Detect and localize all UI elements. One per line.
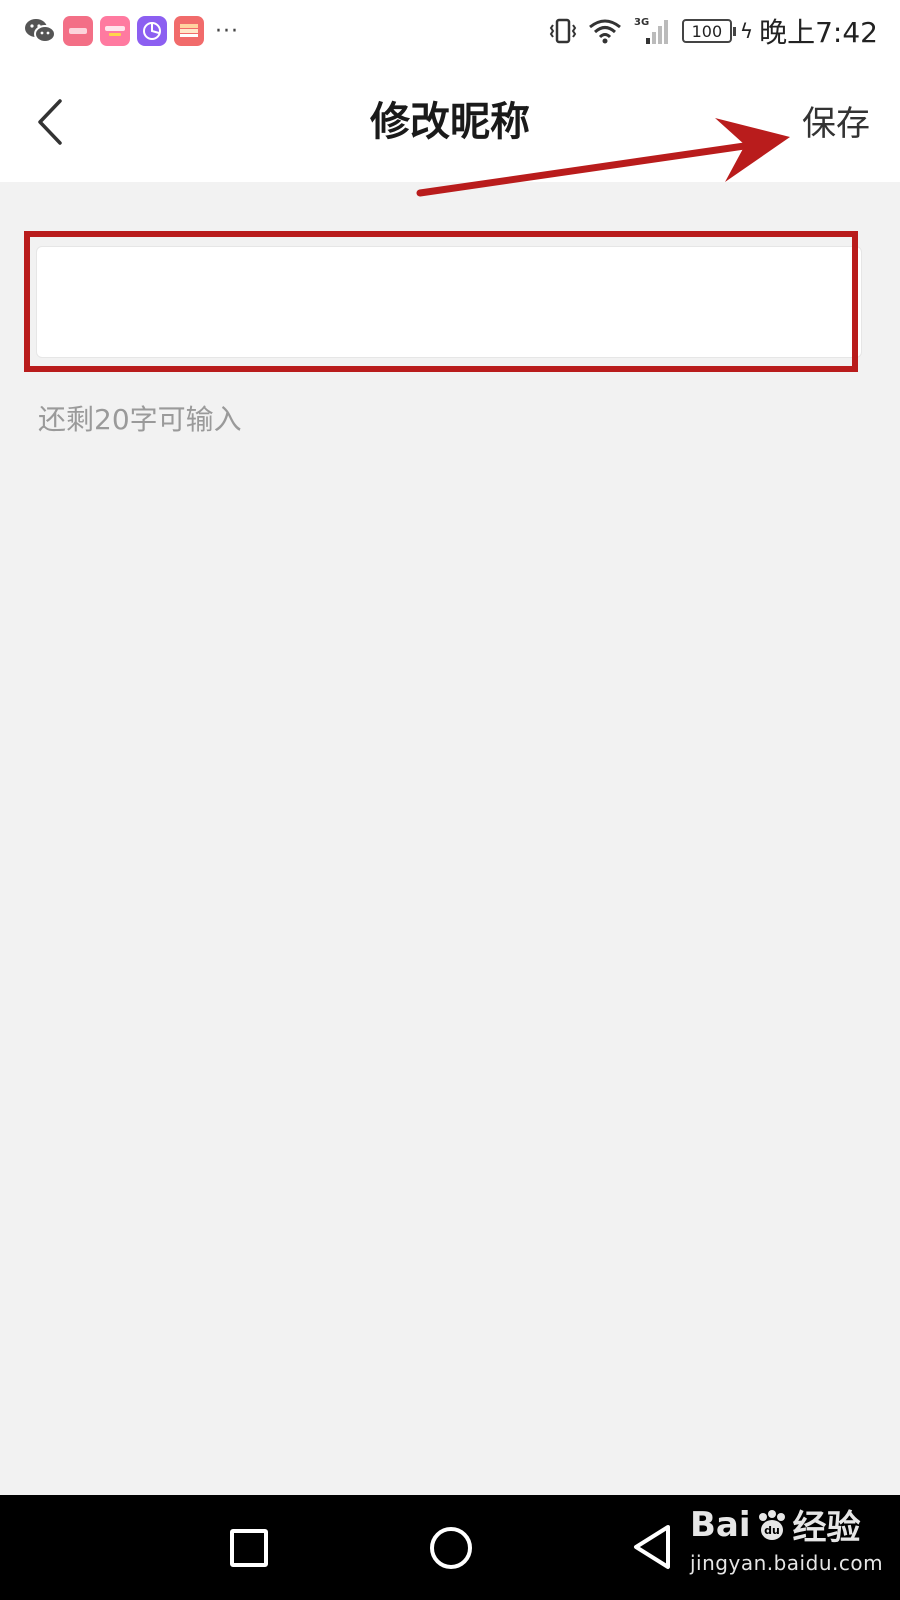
- system-indicators: 3G 100 ϟ 晚上7:42: [538, 11, 878, 51]
- save-button[interactable]: 保存: [802, 96, 870, 145]
- page-title: 修改昵称: [370, 99, 530, 145]
- charging-icon: ϟ: [739, 19, 754, 43]
- network-type-label: 3G: [634, 17, 649, 28]
- app-icon-4: [174, 16, 204, 46]
- notification-icons: ···: [24, 16, 239, 46]
- app-icon-3: [137, 16, 167, 46]
- app-icon-2: [100, 16, 130, 46]
- nickname-field[interactable]: [36, 246, 862, 358]
- battery-icon: 100: [681, 19, 736, 43]
- paw-icon: du: [758, 1509, 785, 1540]
- battery-level: 100: [691, 21, 723, 41]
- watermark-logo-right: 经验: [792, 1508, 861, 1548]
- app-header: 修改昵称 保存: [0, 62, 900, 182]
- watermark-logo-du: du: [764, 1524, 780, 1537]
- app-screen: ··· 3G 100 ϟ 晚上7:42 修改昵称 保存 还剩20字可输入 Bai…: [0, 0, 900, 1600]
- wifi-icon: [588, 17, 622, 45]
- wechat-icon: [24, 16, 56, 46]
- status-bar: ··· 3G 100 ϟ 晚上7:42: [0, 0, 900, 62]
- triangle-back-icon: [634, 1525, 670, 1569]
- remaining-chars-hint: 还剩20字可输入: [38, 403, 242, 436]
- watermark-logo: Bai du 经验: [690, 1500, 883, 1549]
- watermark-logo-left: Bai: [690, 1504, 751, 1545]
- app-icon-1: [63, 16, 93, 46]
- more-notifications-indicator: ···: [215, 18, 239, 44]
- nav-back-button[interactable]: [630, 1523, 674, 1575]
- vibrate-icon: [548, 16, 578, 46]
- home-button[interactable]: [430, 1527, 472, 1569]
- nickname-input[interactable]: [37, 247, 861, 357]
- baidu-jingyan-watermark: Bai du 经验 jingyan.baidu.com: [690, 1500, 884, 1576]
- watermark-url: jingyan.baidu.com: [690, 1551, 884, 1575]
- cellular-signal-icon: 3G: [632, 16, 672, 46]
- clock: 晚上7:42: [759, 16, 878, 49]
- recent-apps-button[interactable]: [230, 1529, 268, 1567]
